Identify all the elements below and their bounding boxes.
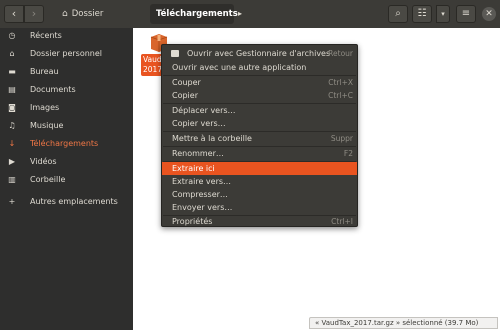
- menu-item-shortcut: Suppr: [330, 134, 353, 143]
- menu-item-move-to-trash[interactable]: Mettre à la corbeille Suppr: [162, 132, 357, 145]
- menu-item-label: Ouvrir avec une autre application: [172, 63, 307, 72]
- menu-item-shortcut: Ctrl+I: [331, 217, 353, 226]
- menu-item-send-to[interactable]: Envoyer vers…: [162, 201, 357, 214]
- header-bar: ‹ › ⌂Dossier personnel Téléchargements ▸…: [0, 0, 500, 39]
- menu-item-label: Extraire ici: [172, 164, 215, 173]
- sidebar-item-music[interactable]: ♫ Musique: [0, 118, 133, 134]
- file-name-line1: Vaud: [143, 55, 162, 64]
- search-icon: ⌕: [395, 8, 401, 19]
- archive-manager-icon: [171, 50, 179, 57]
- sidebar-item-images[interactable]: ◙ Images: [0, 100, 133, 116]
- sidebar-item-recents[interactable]: ◷ Récents: [0, 28, 133, 44]
- sidebar-item-documents[interactable]: ▤ Documents: [0, 82, 133, 98]
- home-icon: ⌂: [9, 49, 15, 58]
- sidebar-item-label: Corbeille: [30, 175, 66, 184]
- menu-item-rename[interactable]: Renommer… F2: [162, 147, 357, 160]
- sidebar-item-label: Dossier personnel: [30, 49, 103, 58]
- menu-item-shortcut: Retour: [328, 49, 353, 58]
- sidebar-item-home[interactable]: ⌂ Dossier personnel: [0, 46, 133, 62]
- file-name-line2: 2017.: [143, 65, 165, 74]
- status-floating-bar: « VaudTax_2017.tar.gz » sélectionné (39.…: [309, 317, 498, 329]
- menu-item-extract-here[interactable]: Extraire ici: [162, 162, 357, 175]
- sidebar-item-label: Récents: [30, 31, 62, 40]
- menu-item-cut[interactable]: Couper Ctrl+X: [162, 76, 357, 89]
- chevron-right-icon: ›: [31, 7, 37, 20]
- download-icon: ↓: [8, 139, 16, 148]
- list-view-icon: ☷: [417, 8, 427, 19]
- sidebar-item-label: Musique: [30, 121, 64, 130]
- menu-item-label: Copier: [172, 91, 198, 100]
- menu-item-label: Propriétés: [172, 217, 213, 226]
- plus-icon: +: [8, 197, 16, 206]
- menu-item-shortcut: F2: [343, 149, 353, 158]
- sidebar-item-label: Images: [30, 103, 60, 112]
- menu-item-open-with-archive-manager[interactable]: Ouvrir avec Gestionnaire d'archives Reto…: [162, 47, 357, 60]
- sidebar-item-videos[interactable]: ▶ Vidéos: [0, 154, 133, 170]
- sidebar-item-desktop[interactable]: ▬ Bureau: [0, 64, 133, 80]
- window-close-button[interactable]: ✕: [482, 7, 496, 21]
- camera-icon: ◙: [8, 103, 16, 112]
- context-menu: Ouvrir avec Gestionnaire d'archives Reto…: [161, 44, 358, 227]
- view-toggle-button[interactable]: ☷: [412, 5, 432, 23]
- sidebar-item-label: Autres emplacements: [30, 197, 118, 206]
- menu-item-shortcut: Ctrl+X: [328, 78, 353, 87]
- hamburger-icon: ≡: [461, 8, 471, 19]
- menu-item-label: Envoyer vers…: [172, 203, 233, 212]
- view-options-button[interactable]: ▾: [436, 5, 450, 23]
- music-icon: ♫: [8, 121, 16, 130]
- sidebar-item-downloads[interactable]: ↓ Téléchargements: [0, 136, 133, 152]
- breadcrumb-home[interactable]: ⌂Dossier personnel: [56, 4, 148, 39]
- search-button[interactable]: ⌕: [388, 5, 408, 23]
- breadcrumb-arrow-icon[interactable]: ▸: [238, 4, 242, 24]
- forward-button[interactable]: ›: [24, 5, 44, 23]
- menu-item-label: Déplacer vers…: [172, 106, 236, 115]
- chevron-down-icon: ▾: [441, 10, 445, 18]
- menu-item-copy[interactable]: Copier Ctrl+C: [162, 89, 357, 102]
- menu-item-open-with-other[interactable]: Ouvrir avec une autre application: [162, 61, 357, 74]
- menu-item-compress[interactable]: Compresser…: [162, 188, 357, 201]
- menu-item-label: Renommer…: [172, 149, 224, 158]
- sidebar-item-label: Documents: [30, 85, 76, 94]
- menu-item-shortcut: Ctrl+C: [328, 91, 353, 100]
- back-button[interactable]: ‹: [4, 5, 24, 23]
- sidebar-item-label: Vidéos: [30, 157, 57, 166]
- trash-icon: ▥: [8, 175, 16, 184]
- menu-item-label: Copier vers…: [172, 119, 226, 128]
- sidebar-item-trash[interactable]: ▥ Corbeille: [0, 172, 133, 188]
- breadcrumb-current[interactable]: Téléchargements: [150, 4, 238, 24]
- menu-item-properties[interactable]: Propriétés Ctrl+I: [162, 215, 357, 228]
- menu-item-label: Couper: [172, 78, 201, 87]
- menu-item-extract-to[interactable]: Extraire vers…: [162, 175, 357, 188]
- menu-item-label: Mettre à la corbeille: [172, 134, 252, 143]
- clock-icon: ◷: [8, 31, 16, 40]
- chevron-left-icon: ‹: [11, 7, 17, 20]
- menu-item-label: Ouvrir avec Gestionnaire d'archives: [187, 49, 331, 58]
- sidebar-item-label: Bureau: [30, 67, 59, 76]
- document-icon: ▤: [8, 85, 16, 94]
- breadcrumb-current-label: Téléchargements: [156, 9, 238, 19]
- menu-button[interactable]: ≡: [456, 5, 476, 23]
- home-icon: ⌂: [62, 9, 68, 19]
- sidebar: ◷ Récents ⌂ Dossier personnel ▬ Bureau ▤ Doc…: [0, 28, 133, 330]
- close-icon: ✕: [485, 9, 493, 19]
- video-icon: ▶: [8, 157, 16, 166]
- menu-item-label: Compresser…: [172, 190, 228, 199]
- folder-icon: ▬: [8, 67, 16, 76]
- sidebar-item-label: Téléchargements: [30, 139, 99, 148]
- menu-item-copy-to[interactable]: Copier vers…: [162, 117, 357, 130]
- menu-item-label: Extraire vers…: [172, 177, 232, 186]
- sidebar-item-other-locations[interactable]: + Autres emplacements: [0, 194, 133, 210]
- menu-item-move-to[interactable]: Déplacer vers…: [162, 104, 357, 117]
